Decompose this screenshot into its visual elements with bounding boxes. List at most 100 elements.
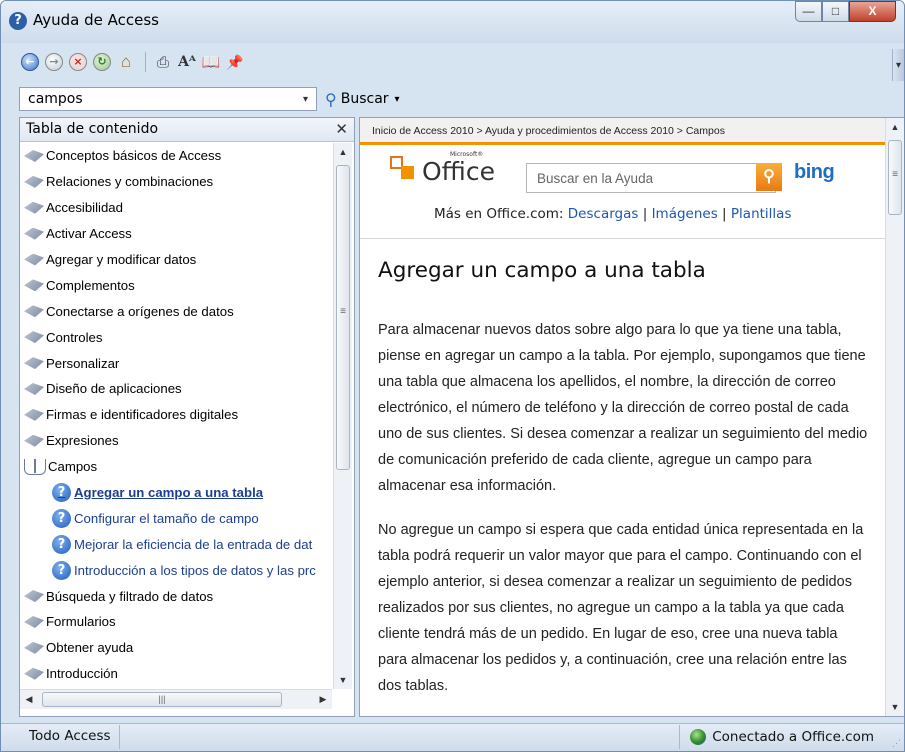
closed-book-icon: [24, 382, 44, 395]
toc-book[interactable]: Agregar y modificar datos: [20, 247, 332, 273]
toc-book[interactable]: Introducción: [20, 661, 332, 687]
link-plantillas[interactable]: Plantillas: [731, 206, 792, 222]
toolbar: ← → × ↻ ⌂ ⎙ Aᴬ 📖 📌: [19, 49, 248, 75]
link-descargas[interactable]: Descargas: [568, 206, 639, 222]
maximize-button[interactable]: □: [822, 1, 849, 22]
toc-item-label: Conceptos básicos de Access: [46, 148, 222, 164]
toc-topic[interactable]: ? Agregar un campo a una tabla: [20, 480, 332, 506]
toc-book[interactable]: Complementos: [20, 272, 332, 298]
bing-logo[interactable]: bing: [794, 161, 835, 184]
toc-item-label: Expresiones: [46, 433, 119, 449]
article-paragraph: No agregue un campo si espera que cada e…: [378, 522, 864, 694]
toc-book[interactable]: Conectarse a orígenes de datos: [20, 298, 332, 324]
back-button[interactable]: ←: [19, 51, 41, 73]
office-logo[interactable]: Office Microsoft®: [390, 151, 495, 186]
search-button[interactable]: ⚲ Buscar ▾: [325, 87, 400, 111]
scroll-thumb[interactable]: ≡: [888, 140, 902, 215]
microsoft-text: Microsoft®: [450, 150, 484, 158]
search-input[interactable]: campos ▾: [19, 87, 317, 111]
link-imagenes[interactable]: Imágenes: [652, 206, 718, 222]
breadcrumb[interactable]: Inicio de Access 2010 > Ayuda y procedim…: [360, 118, 886, 145]
scroll-left-arrow[interactable]: ◀: [20, 690, 38, 708]
office-text: Office: [422, 156, 495, 186]
toc-item-label: Complementos: [46, 277, 135, 293]
stop-icon: ×: [69, 53, 87, 71]
home-button[interactable]: ⌂: [115, 51, 137, 73]
refresh-button[interactable]: ↻: [91, 51, 113, 73]
toc-book[interactable]: Obtener ayuda: [20, 635, 332, 661]
closed-book-icon: [24, 149, 44, 162]
scroll-up-arrow[interactable]: ▲: [886, 118, 904, 136]
search-scope[interactable]: Todo Access: [21, 725, 120, 749]
refresh-icon: ↻: [93, 53, 111, 71]
toc-vertical-scrollbar[interactable]: ▲ ≡ ▼: [333, 143, 352, 689]
more-links: Más en Office.com: Descargas | Imágenes …: [434, 206, 791, 222]
toc-book[interactable]: Accesibilidad: [20, 195, 332, 221]
scroll-down-arrow[interactable]: ▼: [886, 698, 904, 716]
toc-book[interactable]: Diseño de aplicaciones: [20, 376, 332, 402]
toc-item-label: Controles: [46, 329, 103, 345]
toc-item-label: Agregar y modificar datos: [46, 252, 197, 267]
toc-topic[interactable]: ? Configurar el tamaño de campo: [20, 505, 332, 531]
content-pane: Inicio de Access 2010 > Ayuda y procedim…: [359, 117, 904, 717]
closed-book-icon: [24, 357, 44, 370]
connection-label: Conectado a Office.com: [712, 729, 874, 745]
toc-book[interactable]: Formularios: [20, 609, 332, 635]
forward-icon: →: [45, 53, 63, 71]
closed-book-icon: [24, 279, 44, 292]
help-topic-icon: ?: [52, 483, 71, 503]
close-button[interactable]: X: [849, 1, 896, 22]
toc-topic[interactable]: ? Introducción a los tipos de datos y las…: [20, 557, 332, 583]
resize-grip-icon[interactable]: ⋰: [892, 738, 901, 749]
scroll-thumb[interactable]: |||: [42, 692, 282, 707]
toolbar-separator: [145, 52, 146, 72]
toolbar-overflow[interactable]: ▾: [892, 49, 904, 81]
help-topic-icon: ?: [52, 508, 71, 528]
toc-book[interactable]: Conceptos básicos de Access: [20, 143, 332, 169]
font-size-button[interactable]: Aᴬ: [176, 51, 198, 73]
scroll-thumb[interactable]: ≡: [336, 165, 350, 470]
toc-book[interactable]: Expresiones: [20, 428, 332, 454]
minimize-button[interactable]: —: [795, 1, 822, 22]
toc-item-label: Firmas e identificadores digitales: [46, 407, 239, 423]
scroll-right-arrow[interactable]: ▶: [314, 690, 332, 708]
search-row: campos ▾ ⚲ Buscar ▾: [19, 87, 400, 111]
help-icon: ?: [9, 12, 27, 30]
close-toc-icon[interactable]: ✕: [335, 120, 348, 138]
scroll-down-arrow[interactable]: ▼: [334, 671, 352, 689]
toc-toggle-button[interactable]: 📖: [200, 51, 222, 73]
toc-pane: Tabla de contenido ✕ Conceptos básicos d…: [19, 117, 355, 717]
help-search-input[interactable]: Buscar en la Ayuda: [526, 163, 776, 193]
article-title: Agregar un campo a una tabla: [378, 258, 706, 283]
chevron-down-icon[interactable]: ▾: [303, 94, 308, 105]
toc-item-label: Personalizar: [46, 355, 120, 371]
toc-book[interactable]: Búsqueda y filtrado de datos: [20, 583, 332, 609]
toc-topic[interactable]: ? Mejorar la eficiencia de la entrada de …: [20, 531, 332, 557]
toc-book[interactable]: Controles: [20, 324, 332, 350]
toc-book[interactable]: Campos: [20, 454, 332, 480]
pin-button[interactable]: 📌: [224, 51, 246, 73]
toc-book[interactable]: Firmas e identificadores digitales: [20, 402, 332, 428]
scroll-up-arrow[interactable]: ▲: [334, 143, 352, 161]
toc-list: Conceptos básicos de Access Relaciones y …: [20, 143, 332, 689]
toc-book[interactable]: Relaciones y combinaciones: [20, 169, 332, 195]
closed-book-icon: [24, 434, 44, 447]
status-bar: Todo Access Conectado a Office.com ⋰: [1, 723, 904, 751]
home-icon: ⌂: [120, 52, 132, 71]
connection-status[interactable]: Conectado a Office.com: [679, 725, 884, 749]
closed-book-icon: [24, 615, 44, 628]
chevron-down-icon[interactable]: ▾: [395, 94, 400, 105]
toc-horizontal-scrollbar[interactable]: ◀ ||| ▶: [20, 689, 332, 709]
help-window: ? Ayuda de Access — □ X ← → × ↻ ⌂ ⎙ Aᴬ 📖…: [0, 0, 905, 752]
toc-header: Tabla de contenido ✕: [20, 118, 354, 142]
article-paragraph: Para almacenar nuevos datos sobre algo p…: [378, 322, 868, 494]
help-search-button[interactable]: ⚲: [756, 163, 782, 191]
toc-book[interactable]: Personalizar: [20, 350, 332, 376]
print-button[interactable]: ⎙: [152, 51, 174, 73]
toc-book[interactable]: Activar Access: [20, 221, 332, 247]
forward-button[interactable]: →: [43, 51, 65, 73]
stop-button[interactable]: ×: [67, 51, 89, 73]
closed-book-icon: [24, 590, 44, 603]
search-value: campos: [28, 91, 83, 107]
content-vertical-scrollbar[interactable]: ▲ ≡ ▼: [885, 118, 904, 716]
